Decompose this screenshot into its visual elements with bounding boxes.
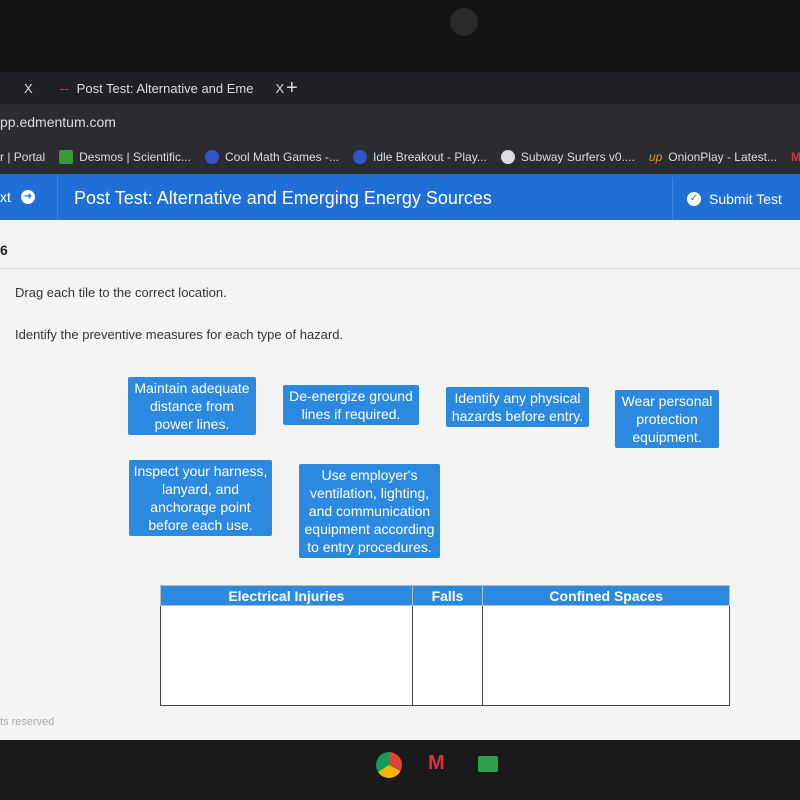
url-text: pp.edmentum.com xyxy=(0,114,116,130)
globe-icon xyxy=(500,150,515,165)
bookmark-onionplay[interactable]: up OnionPlay - Latest... xyxy=(649,150,777,164)
question-number: 6 xyxy=(0,242,8,258)
chrome-icon[interactable] xyxy=(376,752,402,778)
new-tab-button[interactable]: + xyxy=(286,72,298,104)
bookmark-label: Subway Surfers v0.... xyxy=(520,149,635,164)
divider xyxy=(0,268,800,269)
bookmark-label: Desmos | Scientific... xyxy=(79,149,191,164)
submit-test-button[interactable]: ✓ Submit Test xyxy=(672,178,794,220)
question-area: 6 Drag each tile to the correct location… xyxy=(0,220,800,740)
test-header: xt ➜ Post Test: Alternative and Emerging … xyxy=(0,174,800,220)
bookmark-idle-breakout[interactable]: Idle Breakout - Play... xyxy=(353,150,487,165)
tab-post-test[interactable]: -- Post Test: Alternative and Eme X xyxy=(60,72,284,104)
drop-zone-falls[interactable] xyxy=(411,605,484,706)
bookmark-desmos[interactable]: Desmos | Scientific... xyxy=(59,150,191,165)
tab-bar: X -- Post Test: Alternative and Eme X + xyxy=(0,72,800,104)
coolmath-icon xyxy=(204,150,219,165)
tile[interactable]: Wear personal protection equipment. xyxy=(615,390,719,448)
bookmark-label: Cool Math Games -... xyxy=(224,149,340,164)
up-icon: up xyxy=(648,150,663,164)
prompt: Identify the preventive measures for eac… xyxy=(15,327,344,342)
gmail-icon: M xyxy=(791,150,800,164)
classroom-icon[interactable] xyxy=(478,756,498,772)
bookmark-portal[interactable]: r | Portal xyxy=(0,150,45,164)
gmail-icon[interactable]: M xyxy=(428,752,445,775)
instruction: Drag each tile to the correct location. xyxy=(15,285,227,300)
bookmark-label: OnionPlay - Latest... xyxy=(668,150,777,164)
bookmark-label: Idle Breakout - Play... xyxy=(373,149,487,164)
bookmark-subway-surfers[interactable]: Subway Surfers v0.... xyxy=(500,149,635,165)
tile[interactable]: Identify any physical hazards before ent… xyxy=(446,387,589,427)
tile[interactable]: Inspect your harness, lanyard, and ancho… xyxy=(129,460,272,536)
check-circle-icon: ✓ xyxy=(687,192,701,206)
column-header-falls: Falls xyxy=(411,585,484,606)
page-title: Post Test: Alternative and Emerging Ener… xyxy=(74,188,492,208)
taskbar: M xyxy=(0,740,800,800)
bookmark-coolmath[interactable]: Cool Math Games -... xyxy=(204,149,340,165)
bookmark-gmail[interactable]: MCo xyxy=(791,150,800,164)
next-label: xt xyxy=(0,189,11,205)
address-bar[interactable]: pp.edmentum.com xyxy=(0,104,800,140)
tile[interactable]: Use employer's ventilation, lighting, an… xyxy=(299,464,440,558)
arrow-right-icon: ➜ xyxy=(20,190,35,204)
drop-zone-confined[interactable] xyxy=(482,605,730,706)
desmos-icon xyxy=(59,150,74,165)
footer-text: ts reserved xyxy=(0,716,55,728)
screen-bezel xyxy=(0,0,800,72)
tile[interactable]: Maintain adequate distance from power li… xyxy=(128,377,256,435)
submit-label: Submit Test xyxy=(709,191,782,207)
tab-label: Post Test: Alternative and Eme xyxy=(76,80,254,96)
column-header-confined: Confined Spaces xyxy=(482,585,730,606)
drop-zone-electrical[interactable] xyxy=(160,605,413,706)
next-button[interactable]: xt ➜ xyxy=(0,174,58,220)
tab-close-button[interactable]: X xyxy=(275,81,284,96)
tab-favicon: -- xyxy=(60,80,69,96)
tab-close-button[interactable]: X xyxy=(24,72,33,104)
coolmath-icon xyxy=(353,150,368,165)
drop-zone-table: Electrical Injuries Falls Confined Space… xyxy=(160,585,730,706)
tile[interactable]: De-energize ground lines if required. xyxy=(283,385,419,425)
bookmarks-bar: r | Portal Desmos | Scientific... Cool M… xyxy=(0,140,800,174)
camera xyxy=(450,8,478,36)
column-header-electrical: Electrical Injuries xyxy=(160,585,413,606)
